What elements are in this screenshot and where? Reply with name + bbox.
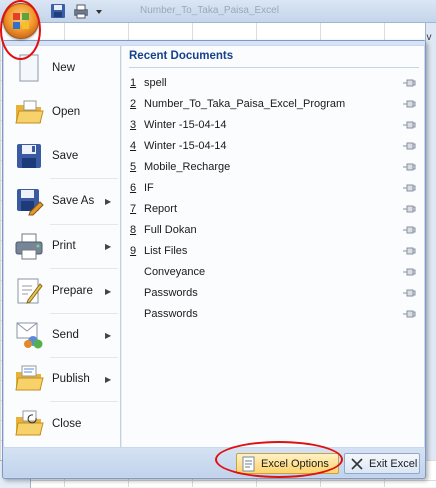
exit-excel-label: Exit Excel [369,457,418,470]
menu-item-label: Save As [52,195,95,207]
recent-document-name: Number_To_Taka_Paisa_Excel_Program [144,98,346,110]
pin-icon[interactable] [402,99,416,109]
menu-item-save-as[interactable]: Save As ▶ [4,179,120,223]
save-icon[interactable] [50,3,68,19]
options-icon [241,456,257,472]
recent-documents-title: Recent Documents [129,50,234,62]
recent-document-number: 6 [130,182,137,194]
pin-icon[interactable] [402,204,416,214]
menu-item-publish[interactable]: Publish ▶ [4,357,120,401]
send-icon [14,320,44,350]
submenu-arrow-icon: ▶ [105,196,112,206]
prepare-icon [14,276,44,306]
recent-document-name: spell [144,77,167,89]
submenu-arrow-icon: ▶ [105,286,112,296]
recent-document-name: Winter -15-04-14 [144,119,227,131]
recent-document-number: 4 [130,140,137,152]
recent-document-number: 7 [130,203,137,215]
recent-document-number: 1 [130,77,137,89]
recent-document-name: Mobile_Recharge [144,161,231,173]
submenu-arrow-icon: ▶ [105,241,112,251]
customize-toolbar-icon[interactable] [94,3,106,19]
excel-options-button[interactable]: Excel Options [236,453,339,474]
recent-document-name: Report [144,203,178,215]
menu-item-prepare[interactable]: Prepare ▶ [4,269,120,313]
office-menu: New Open Save Save As ▶ Print ▶ Prepare … [2,40,426,479]
recent-document-name: List Files [144,245,188,257]
recent-document-item[interactable]: Conveyance [122,262,422,283]
quick-access-toolbar: Number_To_Taka_Paisa_Excel [0,0,436,23]
print-preview-icon[interactable] [72,3,90,19]
recent-document-name: Conveyance [144,266,206,278]
menu-item-label: Save [52,150,79,162]
excel-options-label: Excel Options [261,457,329,470]
menu-item-label: Print [52,240,76,252]
pin-icon[interactable] [402,141,416,151]
menu-item-new[interactable]: New [4,46,120,90]
menu-item-label: Prepare [52,285,93,297]
recent-document-name: IF [144,182,154,194]
pin-icon[interactable] [402,309,416,319]
exit-excel-button[interactable]: Exit Excel [344,453,420,474]
close-folder-icon [14,409,44,439]
recent-documents-pane: Recent Documents 1 spell 2 Number_To_Taka_P… [121,46,424,447]
office-logo-icon [12,12,30,30]
recent-document-item[interactable]: 2 Number_To_Taka_Paisa_Excel_Program [122,94,422,115]
pin-icon[interactable] [402,162,416,172]
menu-item-send[interactable]: Send ▶ [4,313,120,357]
save-disk-icon [14,141,44,171]
recent-document-number: 3 [130,119,137,131]
column-header-right [425,20,436,460]
menu-item-label: New [52,62,76,74]
menu-item-close[interactable]: Close [4,402,120,446]
recent-document-number: 8 [130,224,137,236]
recent-divider [129,67,419,68]
window-title: Number_To_Taka_Paisa_Excel [140,5,279,16]
recent-document-item[interactable]: 7 Report [122,199,422,220]
menu-item-label: Open [52,106,81,118]
close-icon [349,456,365,472]
menu-item-label: Close [52,418,82,430]
submenu-arrow-icon: ▶ [105,330,112,340]
recent-document-item[interactable]: 5 Mobile_Recharge [122,157,422,178]
recent-document-item[interactable]: 1 spell [122,73,422,94]
menu-item-open[interactable]: Open [4,90,120,134]
recent-document-item[interactable]: 9 List Files [122,241,422,262]
pin-icon[interactable] [402,183,416,193]
recent-document-number: 5 [130,161,137,173]
recent-document-item[interactable]: 6 IF [122,178,422,199]
pin-icon[interactable] [402,288,416,298]
recent-document-name: Winter -15-04-14 [144,140,227,152]
menu-item-label: Send [52,329,79,341]
recent-document-item[interactable]: 3 Winter -15-04-14 [122,115,422,136]
recent-document-item[interactable]: Passwords [122,304,422,325]
office-button[interactable] [3,3,39,39]
recent-document-item[interactable]: 4 Winter -15-04-14 [122,136,422,157]
menu-top-strip [3,41,425,45]
recent-document-number: 9 [130,245,137,257]
recent-document-item[interactable]: Passwords [122,283,422,304]
save-as-icon [14,186,44,216]
open-folder-icon [14,97,44,127]
pin-icon[interactable] [402,78,416,88]
new-document-icon [14,53,44,83]
recent-document-name: Passwords [144,308,198,320]
recent-document-number: 2 [130,98,137,110]
recent-document-item[interactable]: 8 Full Dokan [122,220,422,241]
menu-item-save[interactable]: Save [4,134,120,178]
pin-icon[interactable] [402,267,416,277]
menu-bottom-bar: Excel Options Exit Excel [3,448,425,477]
menu-item-print[interactable]: Print ▶ [4,224,120,268]
menu-commands-pane: New Open Save Save As ▶ Print ▶ Prepare … [4,46,121,447]
publish-icon [14,364,44,394]
recent-document-name: Full Dokan [144,224,197,236]
printer-icon [14,231,44,261]
recent-document-name: Passwords [144,287,198,299]
pin-icon[interactable] [402,246,416,256]
submenu-arrow-icon: ▶ [105,374,112,384]
menu-item-label: Publish [52,373,90,385]
pin-icon[interactable] [402,225,416,235]
pin-icon[interactable] [402,120,416,130]
